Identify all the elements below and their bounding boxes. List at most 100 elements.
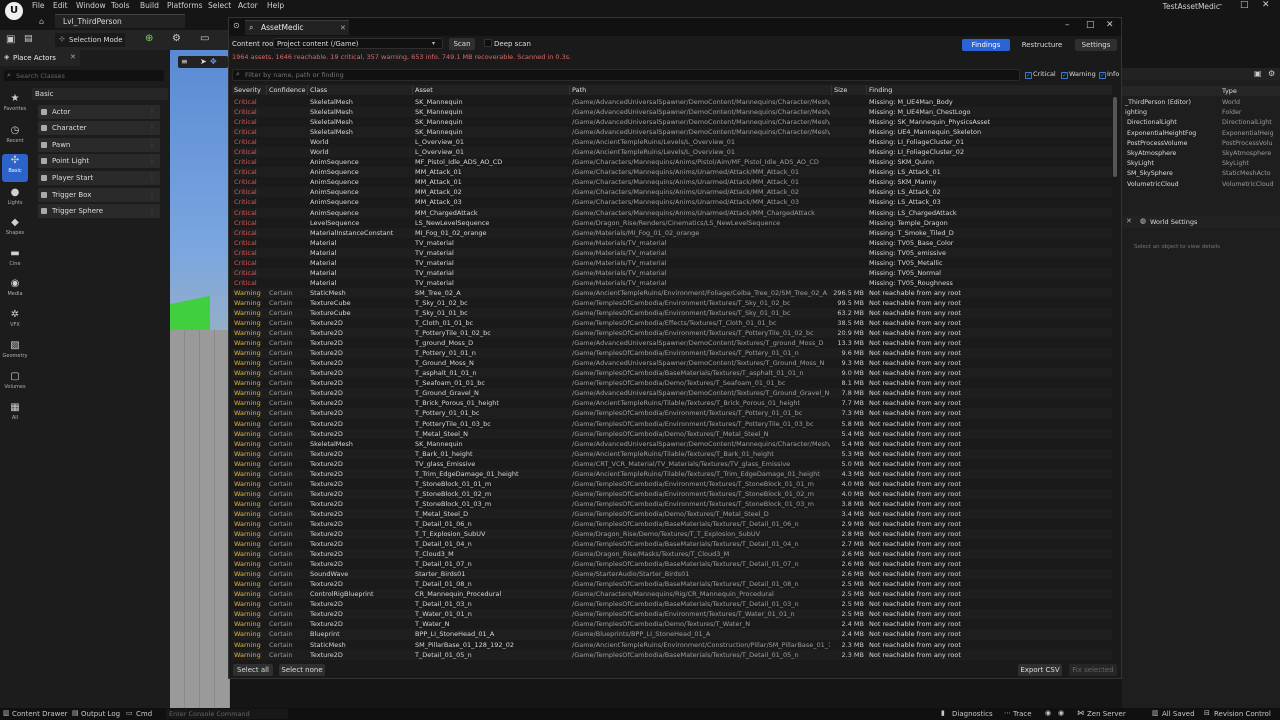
scan-button[interactable]: Scan	[449, 38, 475, 50]
table-row[interactable]: Warning Certain SkeletalMesh SK_Mannequin/G…	[232, 439, 1112, 449]
table-row[interactable]: Critical SkeletalMesh SK_Mannequin/Game/Ad…	[232, 107, 1112, 118]
table-row[interactable]: Critical SkeletalMesh SK_Mannequin/Game/Ad…	[232, 127, 1112, 138]
home-icon[interactable]: ⌂	[39, 17, 44, 26]
actor-item-character[interactable]: Character ⋮	[38, 121, 160, 135]
category-volumes[interactable]: ▢ Volumes	[2, 370, 28, 398]
save-icon[interactable]: ▣	[1254, 69, 1262, 78]
menu-select[interactable]: Select	[208, 1, 231, 10]
table-row[interactable]: Warning Certain Texture2D T_PotteryTile_01_…	[232, 328, 1112, 339]
table-row[interactable]: Warning Certain Texture2D T_Metal_Steel_N/G…	[232, 428, 1112, 439]
all-saved-status[interactable]: All Saved	[1162, 710, 1195, 718]
table-row[interactable]: Warning Certain Texture2D TV_glass_Emissive…	[232, 459, 1112, 469]
search-classes-input[interactable]: ⌕ Search Classes	[4, 70, 164, 81]
table-row[interactable]: Warning Certain Texture2D T_Cloth_01_01_bc /…	[232, 318, 1112, 328]
filter-input[interactable]: ⌕	[232, 69, 1020, 81]
table-row[interactable]: Warning Certain ControlRigBlueprint CR_Mann…	[232, 589, 1112, 600]
table-row[interactable]: Warning Certain Texture2D T_asphalt_01_01_n…	[232, 368, 1112, 379]
table-row[interactable]: Warning Certain Texture2D T_Metal_Steel_D/G…	[232, 508, 1112, 519]
column-size[interactable]: Size	[831, 85, 847, 95]
console-input[interactable]: Enter Console Command	[166, 709, 288, 719]
menu-platforms[interactable]: Platforms	[167, 1, 203, 10]
place-actors-close-icon[interactable]: ✕	[70, 53, 76, 61]
filter-warning[interactable]: ✓ Warning	[1061, 70, 1096, 79]
table-row[interactable]: Critical Material TV_material/Game/Materia…	[232, 258, 1112, 268]
table-row[interactable]: Warning Certain Texture2D T_ground_Moss_D/G…	[232, 338, 1112, 348]
cmd-dropdown[interactable]: Cmd	[136, 710, 152, 718]
category-basic[interactable]: ✣ Basic	[2, 154, 28, 182]
menu-file[interactable]: File	[32, 1, 45, 10]
table-row[interactable]: Warning Certain Texture2D T_Detail_01_03_n /…	[232, 599, 1112, 609]
maximize-icon[interactable]: □	[1240, 0, 1249, 10]
stop-icon[interactable]: ◉	[1058, 709, 1064, 717]
viewport-menu-icon[interactable]: ≡	[181, 57, 188, 66]
select-all-button[interactable]: Select all	[233, 664, 273, 676]
column-path[interactable]: Path	[569, 85, 586, 95]
record-icon[interactable]: ◉	[1045, 709, 1051, 717]
maximize-icon[interactable]: □	[1086, 20, 1095, 30]
diagnostics-button[interactable]: Diagnostics	[952, 710, 993, 718]
table-row[interactable]: Warning Certain Texture2D T_PotteryTile_01_…	[232, 419, 1112, 429]
revision-control-button[interactable]: Revision Control	[1214, 710, 1271, 718]
filter-text-field[interactable]	[245, 70, 945, 80]
table-row[interactable]: Warning Certain Texture2D T_StoneBlock_01_0…	[232, 488, 1112, 499]
table-row[interactable]: Critical LevelSequence LS_NewLevelSequence…	[232, 218, 1112, 228]
save-icon[interactable]: ▣	[6, 34, 15, 45]
actor-item-point-light[interactable]: Point Light ⋮	[38, 154, 160, 168]
move-tool-icon[interactable]: ✥	[210, 57, 217, 66]
category-all[interactable]: ▦ All	[2, 401, 28, 429]
category-favorites[interactable]: ★ Favorites	[2, 92, 28, 120]
menu-edit[interactable]: Edit	[53, 1, 68, 10]
table-row[interactable]: Critical AnimSequence MM_Attack_03/Game/Ch…	[232, 197, 1112, 207]
table-row[interactable]: Critical Material TV_material/Game/Materia…	[232, 278, 1112, 288]
table-row[interactable]: Warning Certain Texture2D T_Ground_Moss_N/G…	[232, 358, 1112, 368]
table-row[interactable]: Warning Certain Texture2D T_StoneBlock_01_0…	[232, 499, 1112, 509]
column-confidence[interactable]: Confidence	[266, 85, 306, 95]
menu-window[interactable]: Window	[76, 1, 106, 10]
table-row[interactable]: Critical SkeletalMesh SK_Mannequin/Game/Ad…	[232, 97, 1112, 107]
outliner-row[interactable]: SkyLight SkyLight	[1122, 159, 1280, 169]
table-row[interactable]: Warning Certain Blueprint BPP_LI_StoneHead_…	[232, 629, 1112, 640]
table-row[interactable]: Warning Certain Texture2D T_Detail_01_05_n /…	[232, 649, 1112, 660]
table-row[interactable]: Warning Certain Texture2D T_Trim_EdgeDamage…	[232, 468, 1112, 479]
tab-restructure[interactable]: Restructure	[1018, 39, 1066, 51]
close-icon[interactable]: ✕	[1262, 0, 1270, 10]
table-row[interactable]: Warning Certain Texture2D T_Detail_01_07_n /…	[232, 559, 1112, 569]
category-cine[interactable]: ▬ Cine	[2, 247, 28, 275]
table-row[interactable]: Critical AnimSequence MM_ChargedAttack/Gam…	[232, 207, 1112, 218]
filter-critical[interactable]: ✓ Critical	[1025, 70, 1056, 79]
browse-icon[interactable]: ▤	[24, 34, 33, 44]
category-recent[interactable]: ◷ Recent	[2, 124, 28, 152]
select-tool-icon[interactable]: ➤	[200, 57, 207, 66]
table-row[interactable]: Warning Certain Texture2D T_Pottery_01_01_n…	[232, 348, 1112, 359]
table-row[interactable]: Critical World L_Overview_01/Game/AncientT…	[232, 137, 1112, 147]
table-row[interactable]: Critical World L_Overview_01/Game/AncientT…	[232, 147, 1112, 158]
export-csv-button[interactable]: Export CSV	[1018, 664, 1062, 676]
menu-tools[interactable]: Tools	[111, 1, 129, 10]
table-row[interactable]: Warning Certain Texture2D T_Detail_01_08_n /…	[232, 579, 1112, 589]
table-row[interactable]: Critical SkeletalMesh SK_Mannequin/Game/Ad…	[232, 117, 1112, 127]
content-drawer-button[interactable]: Content Drawer	[12, 710, 68, 718]
table-row[interactable]: Critical Material TV_material/Game/Materia…	[232, 238, 1112, 248]
outliner-row[interactable]: SkyAtmosphere SkyAtmosphere	[1122, 149, 1280, 159]
outliner-row[interactable]: SM_SkySphere StaticMeshActo	[1122, 169, 1280, 179]
table-scrollbar[interactable]	[1113, 97, 1117, 177]
tab-close-icon[interactable]: ✕	[340, 21, 346, 35]
category-vfx[interactable]: ✲ VFX	[2, 308, 28, 336]
table-row[interactable]: Warning Certain Texture2D T_Water_N/Game/Te…	[232, 619, 1112, 629]
outliner-row[interactable]: VolumetricCloud VolumetricCloud	[1122, 180, 1280, 190]
place-actors-tab[interactable]: ◈ Place Actors ✕	[0, 50, 80, 66]
column-asset[interactable]: Asset	[412, 85, 433, 95]
menu-help[interactable]: Help	[267, 1, 284, 10]
tab-findings[interactable]: Findings	[962, 39, 1010, 51]
table-row[interactable]: Warning Certain SoundWave Starter_Birds01/G…	[232, 569, 1112, 580]
minimize-icon[interactable]: –	[1065, 20, 1070, 30]
outliner-row[interactable]: PostProcessVolume PostProcessVolu	[1122, 139, 1280, 149]
table-row[interactable]: Warning Certain Texture2D T_Water_01_01_n/G…	[232, 609, 1112, 620]
table-row[interactable]: Warning Certain Texture2D T_Brick_Porous_01…	[232, 398, 1112, 408]
table-row[interactable]: Warning Certain Texture2D T_Detail_01_04_n /…	[232, 539, 1112, 549]
table-row[interactable]: Warning Certain Texture2D T_Seafoam_01_01_b…	[232, 378, 1112, 388]
asset-medic-tab[interactable]: ⌕ AssetMedic ✕	[245, 20, 349, 35]
select-none-button[interactable]: Select none	[279, 664, 325, 676]
zen-server-button[interactable]: Zen Server	[1087, 710, 1126, 718]
outliner-row[interactable]: DirectionalLight DirectionalLight	[1122, 118, 1280, 128]
